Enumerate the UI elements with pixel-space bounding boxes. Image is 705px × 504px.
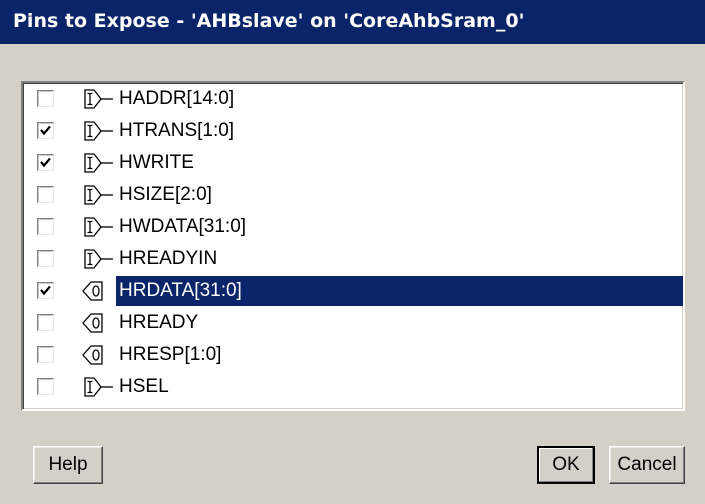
pin-label: HREADY [119, 312, 199, 333]
pin-label: HREADYIN [119, 248, 218, 269]
input-pin-icon [84, 153, 113, 173]
pin-row[interactable]: HREADYIN [23, 243, 683, 275]
pin-checkbox[interactable] [37, 154, 54, 171]
checkmark-icon [40, 157, 51, 168]
cancel-button[interactable]: Cancel [609, 446, 685, 484]
pin-row[interactable]: HWRITE [23, 147, 683, 179]
output-pin-icon [82, 313, 103, 333]
pin-row[interactable]: HTRANS[1:0] [23, 115, 683, 147]
output-pin-icon [82, 345, 103, 365]
input-pin-icon [84, 185, 113, 205]
input-pin-icon [84, 249, 113, 269]
input-pin-icon [84, 217, 113, 237]
pin-label: HWDATA[31:0] [119, 216, 247, 237]
pin-checkbox[interactable] [37, 122, 54, 139]
pin-label: HWRITE [119, 152, 194, 173]
ok-button[interactable]: OK [537, 446, 595, 484]
pin-label: HADDR[14:0] [119, 88, 235, 109]
pin-checkbox[interactable] [37, 378, 54, 395]
checkmark-icon [40, 125, 51, 136]
pin-row[interactable]: HADDR[14:0] [23, 83, 683, 115]
pin-row[interactable]: HRDATA[31:0] [23, 275, 683, 307]
pins-to-expose-dialog: Pins to Expose - 'AHBslave' on 'CoreAhbS… [0, 0, 705, 504]
pin-row[interactable]: HSEL [23, 371, 683, 403]
pin-checkbox[interactable] [37, 90, 54, 107]
pin-checkbox[interactable] [37, 282, 54, 299]
output-pin-icon [82, 281, 103, 301]
pin-row[interactable]: HWDATA[31:0] [23, 211, 683, 243]
pin-row[interactable]: HSIZE[2:0] [23, 179, 683, 211]
pin-checkbox[interactable] [37, 346, 54, 363]
pin-row[interactable]: HRESP[1:0] [23, 339, 683, 371]
input-pin-icon [84, 121, 113, 141]
help-button[interactable]: Help [33, 446, 103, 484]
pin-label: HTRANS[1:0] [119, 120, 235, 141]
window-title: Pins to Expose - 'AHBslave' on 'CoreAhbS… [13, 10, 525, 32]
pin-checkbox[interactable] [37, 218, 54, 235]
pin-list[interactable]: HADDR[14:0] HTRANS[1:0] HWRITE HSIZE[2:0] HW… [21, 81, 685, 411]
pin-checkbox[interactable] [37, 314, 54, 331]
pin-label: HSIZE[2:0] [119, 184, 212, 205]
pin-label: HRDATA[31:0] [119, 280, 242, 301]
input-pin-icon [84, 377, 113, 397]
pin-checkbox[interactable] [37, 186, 54, 203]
pin-checkbox[interactable] [37, 250, 54, 267]
pin-label: HRESP[1:0] [119, 344, 222, 365]
input-pin-icon [84, 89, 113, 109]
title-bar[interactable]: Pins to Expose - 'AHBslave' on 'CoreAhbS… [0, 0, 705, 44]
checkmark-icon [40, 285, 51, 296]
pin-label: HSEL [119, 376, 169, 397]
pin-row[interactable]: HREADY [23, 307, 683, 339]
